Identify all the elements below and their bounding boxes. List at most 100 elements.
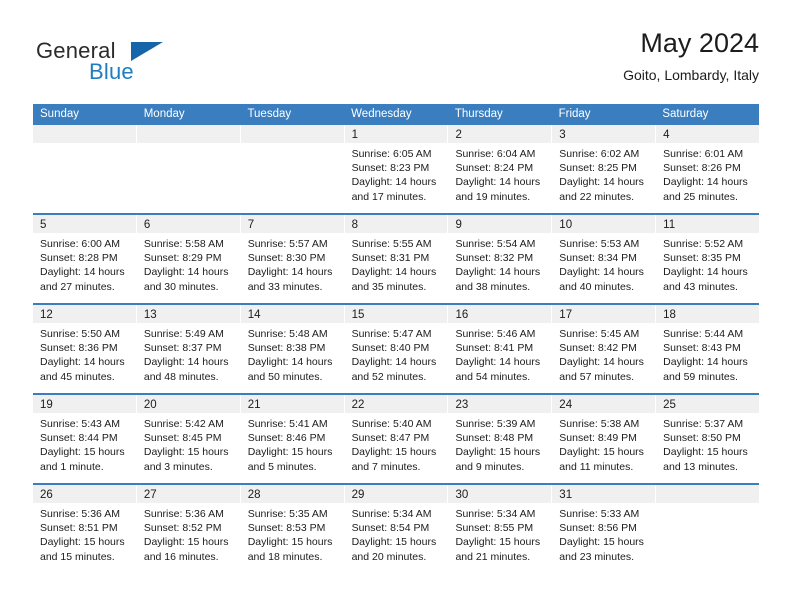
day-cell-23[interactable]: 23 Sunrise: 5:39 AM Sunset: 8:48 PM Dayligh… <box>448 395 553 483</box>
day-cell-21[interactable]: 21 Sunrise: 5:41 AM Sunset: 8:46 PM Dayligh… <box>240 395 345 483</box>
sunset-time: Sunset: 8:34 PM <box>559 252 637 265</box>
daylight-minutes: and 17 minutes. <box>351 190 427 203</box>
day-cell-15[interactable]: 15 Sunrise: 5:47 AM Sunset: 8:40 PM Dayligh… <box>344 305 449 393</box>
day-cell-28[interactable]: 28 Sunrise: 5:35 AM Sunset: 8:53 PM Dayligh… <box>240 485 345 573</box>
day-cell-2[interactable]: 2 Sunrise: 6:04 AM Sunset: 8:24 PM Daylight… <box>448 125 553 213</box>
day-cell-19[interactable]: 19 Sunrise: 5:43 AM Sunset: 8:44 PM Dayligh… <box>33 395 137 483</box>
day-cell-26[interactable]: 26 Sunrise: 5:36 AM Sunset: 8:51 PM Dayligh… <box>33 485 137 573</box>
day-cell-30[interactable]: 30 Sunrise: 5:34 AM Sunset: 8:55 PM Dayligh… <box>448 485 553 573</box>
daylight-hours: Daylight: 14 hours <box>143 356 229 369</box>
day-number-strip: 2 <box>448 125 552 143</box>
day-number: 10 <box>559 219 573 231</box>
daylight-hours: Daylight: 14 hours <box>455 176 541 189</box>
day-cell-11[interactable]: 11 Sunrise: 5:52 AM Sunset: 8:35 PM Dayligh… <box>656 215 760 303</box>
daylight-hours: Daylight: 15 hours <box>559 446 644 459</box>
sunrise-time: Sunrise: 5:52 AM <box>663 238 744 250</box>
day-number: 14 <box>247 309 261 321</box>
day-cell-13[interactable]: 13 Sunrise: 5:49 AM Sunset: 8:37 PM Dayligh… <box>136 305 241 393</box>
sunset-time: Sunset: 8:23 PM <box>351 162 430 175</box>
sunset-time: Sunset: 8:30 PM <box>247 252 326 265</box>
day-number-strip: 6 <box>136 215 240 233</box>
day-cell-31[interactable]: 31 Sunrise: 5:33 AM Sunset: 8:56 PM Dayligh… <box>552 485 657 573</box>
day-number-strip: 19 <box>33 395 136 413</box>
day-cell-17[interactable]: 17 Sunrise: 5:45 AM Sunset: 8:42 PM Dayligh… <box>552 305 657 393</box>
day-cell-1[interactable]: 1 Sunrise: 6:05 AM Sunset: 8:23 PM Daylight… <box>344 125 449 213</box>
day-number: 12 <box>40 309 53 321</box>
daylight-minutes: and 52 minutes. <box>351 370 427 383</box>
page-header: General Blue May 2024 Goito, Lombardy, I… <box>33 28 759 96</box>
day-number-strip: 23 <box>448 395 552 413</box>
daylight-minutes: and 13 minutes. <box>663 460 738 473</box>
day-number-strip: 14 <box>240 305 344 323</box>
sunrise-time: Sunrise: 5:46 AM <box>455 328 536 340</box>
day-number: 9 <box>455 219 462 231</box>
day-number-strip: 18 <box>656 305 760 323</box>
day-cell-12[interactable]: 12 Sunrise: 5:50 AM Sunset: 8:36 PM Dayligh… <box>33 305 137 393</box>
day-number-strip: 4 <box>656 125 760 143</box>
day-number-strip: 30 <box>448 485 552 503</box>
day-cell-20[interactable]: 20 Sunrise: 5:42 AM Sunset: 8:45 PM Dayligh… <box>136 395 241 483</box>
day-number: 25 <box>663 399 676 411</box>
daylight-minutes: and 48 minutes. <box>143 370 219 383</box>
daylight-minutes: and 21 minutes. <box>455 550 531 563</box>
day-details: Sunrise: 5:47 AM Sunset: 8:40 PM Daylight:… <box>345 323 448 384</box>
day-cell-10[interactable]: 10 Sunrise: 5:53 AM Sunset: 8:34 PM Dayligh… <box>552 215 657 303</box>
day-number-strip <box>240 125 344 143</box>
sunrise-time: Sunrise: 5:40 AM <box>351 418 432 430</box>
daylight-hours: Daylight: 14 hours <box>40 356 125 369</box>
weekday-header-saturday: Saturday <box>662 108 709 120</box>
day-number: 5 <box>40 219 47 231</box>
day-cell-empty <box>136 125 241 213</box>
daylight-hours: Daylight: 14 hours <box>559 356 644 369</box>
day-number-strip <box>656 485 760 503</box>
sunset-time: Sunset: 8:42 PM <box>559 342 637 355</box>
day-cell-9[interactable]: 9 Sunrise: 5:54 AM Sunset: 8:32 PM Daylight… <box>448 215 553 303</box>
day-cell-18[interactable]: 18 Sunrise: 5:44 AM Sunset: 8:43 PM Dayligh… <box>656 305 760 393</box>
weekday-header-friday: Friday <box>558 108 591 120</box>
daylight-hours: Daylight: 14 hours <box>247 356 333 369</box>
day-number-strip: 31 <box>552 485 656 503</box>
daylight-hours: Daylight: 15 hours <box>455 446 541 459</box>
day-number: 6 <box>143 219 151 231</box>
day-number: 17 <box>559 309 573 321</box>
day-cell-6[interactable]: 6 Sunrise: 5:58 AM Sunset: 8:29 PM Daylight… <box>136 215 241 303</box>
sunset-time: Sunset: 8:32 PM <box>455 252 534 265</box>
day-cell-4[interactable]: 4 Sunrise: 6:01 AM Sunset: 8:26 PM Daylight… <box>656 125 760 213</box>
day-number-strip: 16 <box>448 305 552 323</box>
day-cell-24[interactable]: 24 Sunrise: 5:38 AM Sunset: 8:49 PM Dayligh… <box>552 395 657 483</box>
daylight-minutes: and 11 minutes. <box>559 460 634 473</box>
day-cell-7[interactable]: 7 Sunrise: 5:57 AM Sunset: 8:30 PM Daylight… <box>240 215 345 303</box>
sunset-time: Sunset: 8:40 PM <box>351 342 430 355</box>
day-cell-29[interactable]: 29 Sunrise: 5:34 AM Sunset: 8:54 PM Dayligh… <box>344 485 449 573</box>
sunrise-time: Sunrise: 6:00 AM <box>40 238 120 250</box>
day-cell-3[interactable]: 3 Sunrise: 6:02 AM Sunset: 8:25 PM Daylight… <box>552 125 657 213</box>
day-cell-22[interactable]: 22 Sunrise: 5:40 AM Sunset: 8:47 PM Dayligh… <box>344 395 449 483</box>
day-cell-16[interactable]: 16 Sunrise: 5:46 AM Sunset: 8:41 PM Dayligh… <box>448 305 553 393</box>
sunrise-time: Sunrise: 5:57 AM <box>247 238 328 250</box>
day-cell-5[interactable]: 5 Sunrise: 6:00 AM Sunset: 8:28 PM Daylight… <box>33 215 137 303</box>
daylight-minutes: and 15 minutes. <box>40 550 115 563</box>
day-number-strip: 28 <box>240 485 344 503</box>
weekday-header-row: Sunday Monday Tuesday Wednesday Thursday Frid… <box>33 104 759 125</box>
calendar-grid: Sunday Monday Tuesday Wednesday Thursday Frid… <box>33 104 760 573</box>
day-cell-14[interactable]: 14 Sunrise: 5:48 AM Sunset: 8:38 PM Dayligh… <box>240 305 345 393</box>
sunrise-time: Sunrise: 5:45 AM <box>559 328 640 340</box>
day-number-strip: 15 <box>344 305 448 323</box>
day-cell-8[interactable]: 8 Sunrise: 5:55 AM Sunset: 8:31 PM Daylight… <box>344 215 449 303</box>
sunrise-time: Sunrise: 5:36 AM <box>40 508 120 520</box>
day-cell-27[interactable]: 27 Sunrise: 5:36 AM Sunset: 8:52 PM Dayligh… <box>136 485 241 573</box>
daylight-hours: Daylight: 15 hours <box>143 536 229 549</box>
brand-logo[interactable]: General Blue <box>33 28 233 90</box>
weekday-header-tuesday: Tuesday <box>247 108 292 120</box>
day-number: 23 <box>455 399 469 411</box>
day-details: Sunrise: 5:36 AM Sunset: 8:52 PM Daylight:… <box>137 503 240 564</box>
day-details <box>656 503 759 507</box>
day-details: Sunrise: 5:40 AM Sunset: 8:47 PM Daylight:… <box>345 413 448 474</box>
daylight-hours: Daylight: 14 hours <box>559 176 644 189</box>
day-cell-25[interactable]: 25 Sunrise: 5:37 AM Sunset: 8:50 PM Dayligh… <box>656 395 760 483</box>
daylight-hours: Daylight: 15 hours <box>40 536 125 549</box>
day-details: Sunrise: 5:39 AM Sunset: 8:48 PM Daylight:… <box>448 413 551 474</box>
daylight-minutes: and 9 minutes. <box>455 460 525 473</box>
day-number-strip: 29 <box>344 485 448 503</box>
sunset-time: Sunset: 8:50 PM <box>663 432 741 445</box>
